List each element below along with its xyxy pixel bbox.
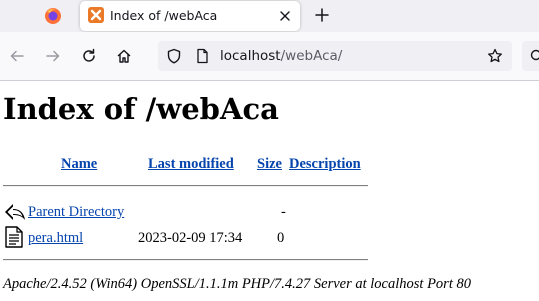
xampp-favicon-icon <box>88 7 104 23</box>
url-text[interactable]: localhost/webAca/ <box>220 48 342 64</box>
firefox-logo-icon <box>45 8 61 24</box>
text-file-icon <box>5 226 23 248</box>
footer-divider <box>3 259 368 261</box>
forward-button[interactable] <box>43 46 63 66</box>
home-icon <box>117 49 131 63</box>
tab-strip: Index of /webAca <box>0 0 539 32</box>
page-title: Index of /webAca <box>3 92 279 126</box>
navigation-toolbar: localhost/webAca/ <box>0 32 539 81</box>
back-arrow-icon <box>4 202 26 222</box>
row-last-modified: 2023-02-09 17:34 <box>138 230 243 246</box>
reload-icon <box>83 48 95 62</box>
tab-close-icon[interactable] <box>276 7 294 25</box>
back-arrow-icon <box>10 50 24 62</box>
column-header-last-modified[interactable]: Last modified <box>148 156 234 173</box>
active-tab[interactable]: Index of /webAca <box>80 1 300 31</box>
home-button[interactable] <box>114 46 134 66</box>
row-size: 0 <box>277 230 285 246</box>
column-header-name[interactable]: Name <box>61 156 97 173</box>
shield-icon[interactable] <box>166 48 182 64</box>
column-header-description[interactable]: Description <box>289 156 361 173</box>
forward-arrow-icon <box>46 50 60 62</box>
firefox-tab[interactable] <box>38 4 68 28</box>
search-bar[interactable] <box>522 41 539 71</box>
bookmark-star-icon[interactable] <box>487 48 503 64</box>
parent-directory-link[interactable]: Parent Directory <box>28 204 124 221</box>
tab-title: Index of /webAca <box>110 8 218 23</box>
column-header-size[interactable]: Size <box>257 156 282 173</box>
row-size: - <box>281 204 286 220</box>
new-tab-button[interactable] <box>312 5 332 25</box>
url-host: localhost <box>220 48 281 64</box>
reload-button[interactable] <box>79 46 99 66</box>
back-button[interactable] <box>7 46 27 66</box>
plus-icon <box>315 8 329 22</box>
page-info-icon[interactable] <box>194 48 210 64</box>
header-divider <box>3 185 368 187</box>
address-bar[interactable]: localhost/webAca/ <box>158 41 512 71</box>
url-path: /webAca/ <box>280 48 343 64</box>
file-link[interactable]: pera.html <box>28 230 83 247</box>
server-signature: Apache/2.4.52 (Win64) OpenSSL/1.1.1m PHP… <box>3 276 471 292</box>
search-icon <box>530 49 539 61</box>
